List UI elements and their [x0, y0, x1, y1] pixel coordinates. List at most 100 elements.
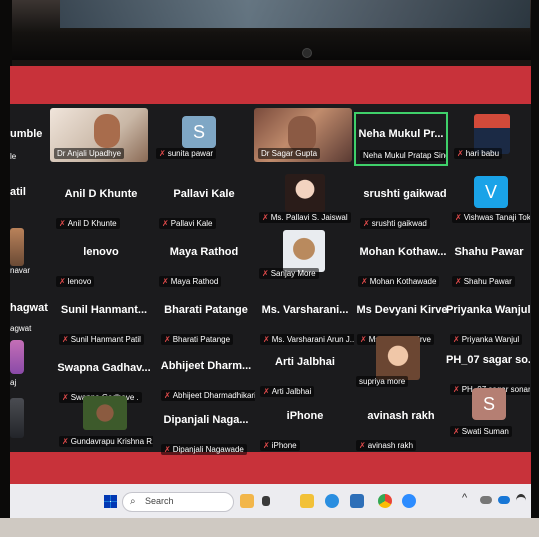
mic-muted-icon: ✗	[59, 219, 66, 228]
participant-tile[interactable]: S ✗ sunita pawar	[152, 108, 250, 162]
screen-bezel-right	[531, 0, 539, 537]
participant-photo	[283, 230, 325, 272]
participant-tile[interactable]: ✗ hari babu	[450, 108, 530, 162]
participant-tile[interactable]: srushti gaikwad ✗ srushti gaikwad	[356, 178, 454, 232]
participant-label: ✗ Gundavrapu Krishna R...	[59, 436, 153, 447]
desktop-wallpaper-bottom	[10, 452, 531, 484]
participant-name: Bharati Patange	[164, 304, 248, 316]
participant-tile[interactable]: Dipanjali Naga... ✗ Dipanjali Nagawade	[157, 404, 255, 458]
participant-tile[interactable]: Dr Anjali Upadhye	[50, 108, 148, 162]
participant-label: ✗ Bharati Patange	[161, 334, 234, 345]
participant-label: ✗ Dipanjali Nagawade	[161, 444, 247, 455]
file-explorer-icon[interactable]	[300, 494, 314, 508]
participant-face	[288, 116, 316, 152]
windows-start-icon[interactable]	[104, 495, 117, 508]
edge-tile-label: le	[10, 152, 17, 161]
participant-label: ✗ lenovo	[56, 276, 95, 287]
avatar: S	[472, 388, 506, 420]
participant-tile[interactable]: Pallavi Kale ✗ Pallavi Kale	[155, 178, 253, 232]
task-view-icon[interactable]	[262, 496, 270, 506]
onedrive-icon[interactable]	[498, 496, 510, 504]
participant-photo	[83, 396, 127, 430]
participant-tile[interactable]: S ✗ Swati Suman	[446, 386, 530, 440]
search-placeholder: Search	[145, 496, 174, 506]
mic-muted-icon: ✗	[164, 445, 171, 454]
mic-muted-icon: ✗	[162, 219, 169, 228]
widgets-icon[interactable]	[240, 494, 254, 508]
participant-tile[interactable]: Ms. Varsharani... ✗ Ms. Varsharani Arun J…	[256, 294, 354, 348]
participant-label: ✗ Ms. Varsharani Arun J...	[260, 334, 354, 345]
store-icon[interactable]	[350, 494, 364, 508]
participant-name: avinash rakh	[367, 410, 435, 422]
edge-browser-icon[interactable]	[325, 494, 339, 508]
taskbar	[10, 484, 531, 518]
participant-name: Ms. Varsharani...	[261, 304, 349, 316]
mic-muted-icon: ✗	[361, 277, 368, 286]
participant-tile[interactable]: ✗ Gundavrapu Krishna R...	[55, 396, 153, 450]
participant-label: ✗ sunita pawar	[156, 148, 217, 159]
participant-tile[interactable]: Bharati Patange ✗ Bharati Patange	[157, 294, 255, 348]
mic-muted-icon: ✗	[159, 149, 166, 158]
participant-tile[interactable]: Maya Rathod ✗ Maya Rathod	[155, 236, 253, 290]
participant-tile[interactable]: ✗ Sanjay More	[255, 228, 353, 282]
mic-muted-icon: ✗	[263, 387, 270, 396]
participant-name: PH_07 sagar so...	[446, 354, 530, 366]
edge-tile-name: hagwat	[10, 302, 48, 314]
participant-tile[interactable]: Arti Jalbhai ✗ Arti Jalbhai	[256, 346, 354, 400]
participant-name: Ms Devyani Kirve	[356, 304, 448, 316]
mic-muted-icon: ✗	[162, 277, 169, 286]
mic-muted-icon: ✗	[59, 277, 66, 286]
participant-tile[interactable]: iPhone ✗ iPhone	[256, 400, 354, 454]
participant-name: iPhone	[286, 410, 324, 422]
participant-tile-active-speaker[interactable]: Neha Mukul Pr... Neha Mukul Pratap Singh	[354, 112, 448, 166]
participant-tile[interactable]: Abhijeet Dharm... ✗ Abhijeet Dharmadhikar…	[157, 350, 255, 404]
participant-label: Dr Anjali Upadhye	[54, 148, 125, 159]
participant-tile[interactable]: Anil D Khunte ✗ Anil D Khunte	[52, 178, 150, 232]
participant-tile[interactable]: avinash rakh ✗ avinash rakh	[352, 400, 450, 454]
participant-label: ✗ Vishwas Tanaji Toke	[452, 212, 530, 223]
participant-label: ✗ Anil D Khunte	[56, 218, 120, 229]
participant-tile[interactable]: ✗ Ms. Pallavi S. Jaiswal	[255, 172, 353, 226]
participant-name: Pallavi Kale	[173, 188, 235, 200]
participant-name: Maya Rathod	[169, 246, 239, 258]
chrome-icon[interactable]	[378, 494, 392, 508]
participant-label: ✗ iPhone	[260, 440, 300, 451]
mic-muted-icon: ✗	[164, 335, 171, 344]
participant-tile[interactable]: Sunil Hanmant... ✗ Sunil Hanmant Patil	[55, 294, 153, 348]
participant-tile[interactable]: supriya more	[352, 336, 450, 390]
wifi-icon[interactable]	[516, 494, 526, 507]
participant-tile[interactable]: Shahu Pawar ✗ Shahu Pawar	[448, 236, 530, 290]
chevron-up-icon[interactable]: ^	[462, 492, 467, 504]
participant-label: ✗ Mohan Kothawade	[358, 276, 440, 287]
mic-muted-icon: ✗	[359, 441, 366, 450]
participant-label: ✗ srushti gaikwad	[360, 218, 430, 229]
participant-name: Shahu Pawar	[454, 246, 524, 258]
mic-muted-icon: ✗	[263, 441, 270, 450]
taskbar-search-input[interactable]: ⌕ Search	[122, 492, 234, 512]
participant-name: Abhijeet Dharm...	[160, 360, 252, 372]
zoom-app-icon[interactable]	[402, 494, 416, 508]
mic-muted-icon: ✗	[453, 427, 460, 436]
search-icon: ⌕	[130, 496, 136, 507]
participant-tile[interactable]: Dr Sagar Gupta	[254, 108, 352, 162]
participant-label: ✗ Swati Suman	[450, 426, 512, 437]
mic-muted-icon: ✗	[164, 391, 171, 400]
participant-label: ✗ Sunil Hanmant Patil	[59, 334, 144, 345]
edge-tile-name: umble	[10, 128, 43, 140]
participant-face	[94, 114, 120, 148]
edge-tile-name: atil	[10, 186, 26, 198]
mic-muted-icon: ✗	[457, 149, 464, 158]
participant-photo	[285, 174, 325, 212]
participant-tile[interactable]: lenovo ✗ lenovo	[52, 236, 150, 290]
participant-label: ✗ Maya Rathod	[159, 276, 222, 287]
participant-tile[interactable]: Mohan Kothaw... ✗ Mohan Kothawade	[354, 236, 452, 290]
participant-tile[interactable]: V ✗ Vishwas Tanaji Toke	[448, 172, 530, 226]
edge-tile-label: navar	[10, 266, 31, 275]
participant-name: Anil D Khunte	[64, 188, 138, 200]
participant-label: ✗ Ms. Pallavi S. Jaiswal	[259, 212, 351, 223]
mic-muted-icon: ✗	[455, 213, 462, 222]
cloud-icon[interactable]	[480, 496, 492, 504]
mic-muted-icon: ✗	[455, 277, 462, 286]
mic-muted-icon: ✗	[62, 335, 69, 344]
participant-tile[interactable]: Priyanka Wanjul ✗ Priyanka Wanjul	[446, 294, 530, 348]
